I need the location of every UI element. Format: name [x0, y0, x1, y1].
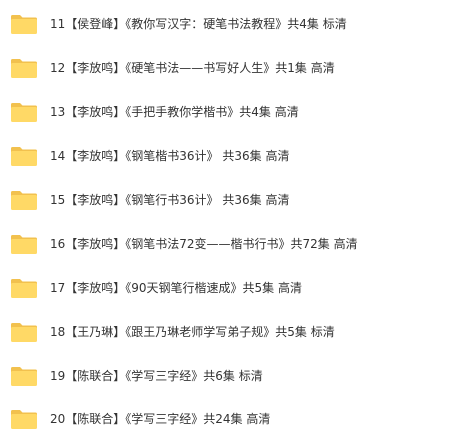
folder-icon	[10, 14, 38, 35]
folder-icon	[10, 190, 38, 211]
folder-icon	[10, 58, 38, 79]
folder-label: 16【李放鸣】《钢笔书法72变——楷书行书》共72集 高清	[50, 237, 358, 251]
folder-label: 15【李放鸣】《钢笔行书36计》 共36集 高清	[50, 193, 290, 207]
folder-icon	[10, 278, 38, 299]
folder-item-14[interactable]: 14【李放鸣】《钢笔楷书36计》 共36集 高清	[0, 134, 450, 178]
folder-item-12[interactable]: 12【李放鸣】《硬笔书法——书写好人生》共1集 高清	[0, 46, 450, 90]
folder-icon	[10, 409, 38, 430]
folder-item-13[interactable]: 13【李放鸣】《手把手教你学楷书》共4集 高清	[0, 90, 450, 134]
folder-label: 11【侯登峰】《教你写汉字：硬笔书法教程》共4集 标清	[50, 17, 347, 31]
folder-label: 18【王乃琳】《跟王乃琳老师学写弟子规》共5集 标清	[50, 325, 335, 339]
folder-item-19[interactable]: 19【陈联合】《学写三字经》共6集 标清	[0, 354, 450, 398]
folder-icon	[10, 102, 38, 123]
folder-item-17[interactable]: 17【李放鸣】《90天钢笔行楷速成》共5集 高清	[0, 266, 450, 310]
folder-label: 12【李放鸣】《硬笔书法——书写好人生》共1集 高清	[50, 61, 335, 75]
folder-item-11[interactable]: 11【侯登峰】《教你写汉字：硬笔书法教程》共4集 标清	[0, 2, 450, 46]
folder-item-18[interactable]: 18【王乃琳】《跟王乃琳老师学写弟子规》共5集 标清	[0, 310, 450, 354]
folder-icon	[10, 146, 38, 167]
folder-icon	[10, 322, 38, 343]
folder-icon	[10, 366, 38, 387]
folder-label: 20【陈联合】《学写三字经》共24集 高清	[50, 412, 271, 426]
folder-item-16[interactable]: 16【李放鸣】《钢笔书法72变——楷书行书》共72集 高清	[0, 222, 450, 266]
folder-item-15[interactable]: 15【李放鸣】《钢笔行书36计》 共36集 高清	[0, 178, 450, 222]
folder-list: 11【侯登峰】《教你写汉字：硬笔书法教程》共4集 标清 12【李放鸣】《硬笔书法…	[0, 0, 450, 441]
folder-item-20[interactable]: 20【陈联合】《学写三字经》共24集 高清	[0, 397, 450, 441]
folder-icon	[10, 234, 38, 255]
folder-label: 13【李放鸣】《手把手教你学楷书》共4集 高清	[50, 105, 299, 119]
folder-label: 19【陈联合】《学写三字经》共6集 标清	[50, 369, 263, 383]
folder-label: 17【李放鸣】《90天钢笔行楷速成》共5集 高清	[50, 281, 302, 295]
folder-label: 14【李放鸣】《钢笔楷书36计》 共36集 高清	[50, 149, 290, 163]
